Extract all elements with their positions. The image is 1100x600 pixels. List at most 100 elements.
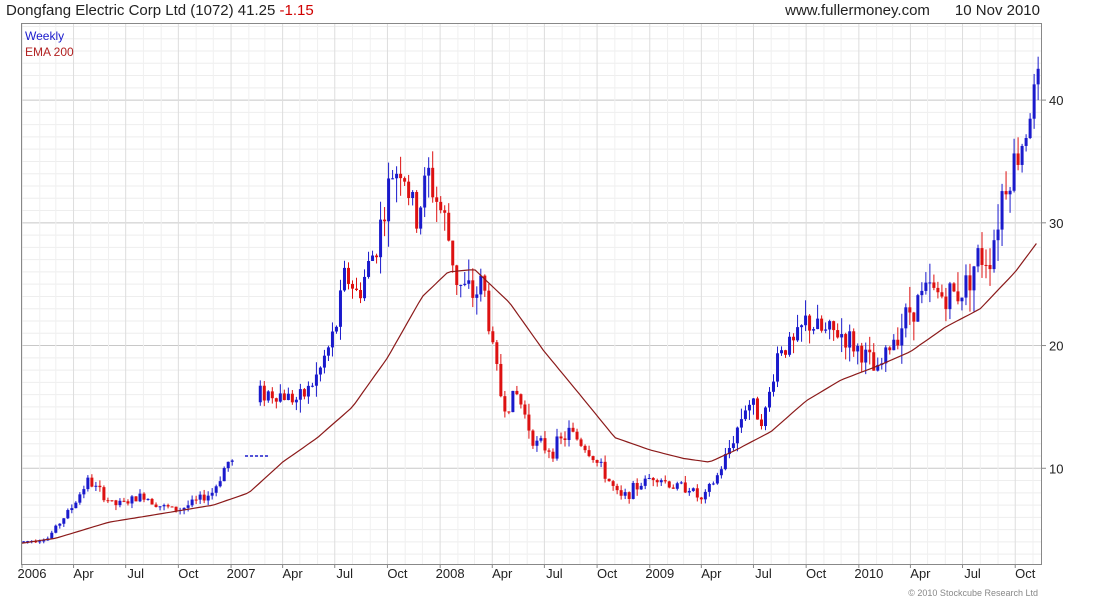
candle-body: [651, 477, 655, 481]
candle-body: [110, 500, 114, 502]
candle-body: [383, 219, 387, 222]
candle-body: [735, 427, 739, 444]
candle-body: [359, 290, 363, 299]
candle-body: [944, 296, 948, 310]
candle-body: [992, 240, 996, 270]
candle-body: [351, 283, 355, 289]
candle-body: [106, 500, 110, 502]
candle-body: [94, 485, 98, 487]
candle-body: [427, 167, 431, 176]
candle-body: [342, 267, 346, 291]
candle-body: [531, 430, 535, 446]
candle-body: [90, 477, 94, 487]
candle-body: [122, 500, 126, 502]
candle-body: [186, 505, 190, 508]
candle-body: [270, 391, 274, 399]
candle-body: [772, 381, 776, 392]
x-tick-label: Jul: [336, 566, 353, 581]
candle-body: [976, 248, 980, 267]
x-tick-label: Jul: [964, 566, 981, 581]
candle-body: [936, 287, 940, 293]
candle-body: [755, 398, 759, 420]
candle-body: [447, 212, 451, 241]
candle-body: [792, 336, 796, 341]
candle-body: [547, 450, 551, 452]
candle-body: [387, 178, 391, 222]
candle-body: [411, 192, 415, 199]
candle-body: [904, 307, 908, 329]
candle-body: [330, 331, 334, 348]
candle-body: [363, 276, 367, 299]
candle-body: [527, 414, 531, 431]
candle-body: [776, 353, 780, 382]
candle-body: [146, 498, 150, 500]
candle-body: [964, 275, 968, 298]
x-tick-label: Apr: [73, 566, 94, 581]
copyright-text: © 2010 Stockcube Research Ltd: [908, 588, 1038, 598]
candle-body: [66, 510, 70, 519]
candle-body: [210, 492, 214, 496]
candle-body: [816, 318, 820, 330]
candle-body: [687, 490, 691, 493]
candle-body: [864, 349, 868, 363]
ema-200-line: [21, 243, 1037, 544]
candle-body: [804, 315, 808, 326]
candle-body: [150, 498, 154, 505]
candle-body: [595, 460, 599, 463]
candle-body: [1008, 190, 1012, 195]
source-link[interactable]: www.fullermoney.com: [785, 2, 930, 19]
y-tick-label: 10: [1049, 461, 1063, 476]
candle-body: [226, 461, 230, 469]
candle-body: [808, 315, 812, 331]
x-tick-label: 2009: [645, 566, 674, 581]
candle-body: [719, 469, 723, 476]
candle-body: [166, 505, 170, 507]
candle-body: [403, 178, 407, 182]
candle-body: [194, 499, 198, 501]
candle-body: [968, 275, 972, 291]
candle-body: [912, 312, 916, 322]
candle-body: [314, 374, 318, 386]
candle-body: [619, 490, 623, 496]
candle-body: [1020, 145, 1024, 165]
candle-body: [784, 350, 788, 355]
candle-body: [62, 518, 66, 524]
candle-body: [130, 496, 134, 504]
candle-body: [86, 477, 90, 490]
candle-body: [262, 385, 266, 401]
candle-body: [230, 460, 234, 462]
candle-body: [266, 391, 270, 401]
candle-body: [535, 440, 539, 446]
legend-weekly: Weekly: [25, 29, 65, 43]
candle-body: [459, 284, 463, 286]
candle-body: [583, 445, 587, 451]
chart-date: 10 Nov 2010: [954, 2, 1040, 19]
candle-body: [763, 407, 767, 427]
candle-body: [631, 482, 635, 499]
candle-body: [174, 506, 178, 511]
candle-body: [379, 219, 383, 258]
candle-body: [932, 282, 936, 288]
candle-body: [338, 290, 342, 327]
candle-body: [607, 478, 611, 482]
price-chart: 10 20 30 40 2006 Apr Jul Oct 2007 Apr Jul Oct 2008 A…: [18, 23, 1063, 581]
candle-body: [567, 427, 571, 440]
candle-body: [334, 326, 338, 332]
candle-body: [723, 454, 727, 470]
candle-body: [739, 419, 743, 428]
candle-body: [114, 500, 118, 506]
candle-body: [515, 390, 519, 395]
candle-body: [952, 283, 956, 292]
header-right: www.fullermoney.com 10 Nov 2010: [785, 2, 1040, 19]
candle-body: [988, 265, 992, 270]
candle-body: [731, 443, 735, 448]
candle-body: [491, 331, 495, 343]
candle-body: [218, 481, 222, 487]
candle-body: [1028, 118, 1032, 139]
candle-body: [868, 349, 872, 353]
candle-body: [920, 290, 924, 296]
candle-body: [1036, 68, 1040, 85]
candle-body: [1032, 84, 1036, 119]
candle-body: [788, 336, 792, 355]
candle-body: [278, 393, 282, 402]
